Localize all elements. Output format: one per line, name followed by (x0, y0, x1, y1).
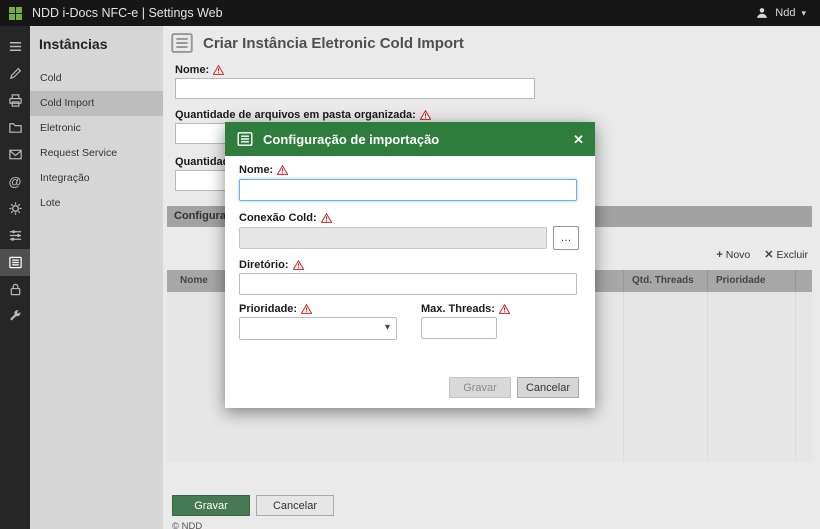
modal-cancelar-button[interactable]: Cancelar (517, 377, 579, 398)
modal-diretorio-label: Diretório: (239, 259, 304, 271)
sidebar-item-request-service[interactable]: Request Service (30, 141, 163, 166)
lock-icon[interactable] (0, 276, 30, 303)
instances-page-icon (169, 30, 195, 56)
qtd-pasta-label: Quantidade de arquivos em pasta organiza… (175, 109, 431, 121)
sliders-icon[interactable] (0, 222, 30, 249)
modal-diretorio-input[interactable] (239, 273, 577, 295)
printer-icon[interactable] (0, 87, 30, 114)
app-title: NDD i-Docs NFC-e | Settings Web (32, 6, 223, 20)
copyright-text: © NDD (172, 521, 202, 529)
delete-x-icon: ✕ (764, 248, 773, 261)
prioridade-select[interactable]: ▾ (239, 317, 397, 340)
modal-conexao-input (239, 227, 547, 249)
icon-strip: @ (0, 26, 30, 529)
sidebar-title: Instâncias (39, 36, 163, 52)
modal-gravar-button[interactable]: Gravar (449, 377, 511, 398)
modal-title: Configuração de importação (263, 132, 439, 147)
cancelar-button[interactable]: Cancelar (256, 495, 334, 516)
chevron-down-icon: ▾ (801, 8, 806, 19)
warning-icon (321, 213, 332, 223)
sidebar-item-cold-import[interactable]: Cold Import (30, 91, 163, 116)
nome-label: Nome: (175, 64, 224, 76)
column-header-empty (796, 270, 812, 292)
gravar-button[interactable]: Gravar (172, 495, 250, 516)
modal-nome-label: Nome: (239, 164, 288, 176)
user-icon (755, 6, 769, 20)
user-name: Ndd (775, 7, 795, 19)
import-config-modal: Configuração de importação ✕ Nome: Conex… (225, 122, 595, 408)
user-menu[interactable]: Ndd ▾ (755, 6, 820, 20)
conexao-browse-button[interactable]: … (553, 226, 579, 250)
chevron-down-icon: ▾ (385, 322, 390, 333)
warning-icon (213, 65, 224, 75)
column-header-qtd-threads[interactable]: Qtd. Threads (624, 270, 708, 292)
sidebar-item-integracao[interactable]: Integração (30, 166, 163, 191)
nome-input[interactable] (175, 78, 535, 99)
modal-max-threads-label: Max. Threads: (421, 303, 510, 315)
ellipsis-icon: … (561, 232, 572, 244)
warning-icon (499, 304, 510, 314)
warning-icon (420, 110, 431, 120)
modal-nome-input[interactable] (239, 179, 577, 201)
brush-icon[interactable] (0, 60, 30, 87)
sidebar-item-lote[interactable]: Lote (30, 191, 163, 216)
menu-icon[interactable] (0, 33, 30, 60)
sidebar-item-cold[interactable]: Cold (30, 66, 163, 91)
sidebar-item-eletronic[interactable]: Eletronic (30, 116, 163, 141)
novo-button[interactable]: + Novo (716, 249, 750, 261)
column-header-prioridade[interactable]: Prioridade (708, 270, 796, 292)
at-icon[interactable]: @ (0, 168, 30, 195)
app-logo-icon (9, 7, 22, 20)
instances-icon[interactable] (0, 249, 30, 276)
page-title: Criar Instância Eletronic Cold Import (203, 35, 464, 52)
warning-icon (293, 260, 304, 270)
close-icon[interactable]: ✕ (573, 133, 584, 146)
folders-icon[interactable] (0, 114, 30, 141)
app-screen: NDD i-Docs NFC-e | Settings Web Ndd ▾ @ (0, 0, 820, 529)
plus-icon: + (716, 249, 722, 261)
topbar: NDD i-Docs NFC-e | Settings Web Ndd ▾ (0, 0, 820, 26)
gear-icon[interactable] (0, 195, 30, 222)
modal-conexao-label: Conexão Cold: (239, 212, 332, 224)
modal-prioridade-label: Prioridade: (239, 303, 312, 315)
grid-toolbar: + Novo ✕ Excluir (716, 248, 808, 261)
modal-header: Configuração de importação ✕ (225, 122, 595, 156)
warning-icon (301, 304, 312, 314)
excluir-button[interactable]: ✕ Excluir (764, 248, 808, 261)
mail-icon[interactable] (0, 141, 30, 168)
config-list-icon (236, 130, 254, 148)
page-header: Criar Instância Eletronic Cold Import (169, 30, 464, 56)
warning-icon (277, 165, 288, 175)
wrench-icon[interactable] (0, 303, 30, 330)
modal-max-threads-input[interactable] (421, 317, 497, 339)
sidebar: Instâncias Cold Cold Import Eletronic Re… (30, 26, 163, 529)
